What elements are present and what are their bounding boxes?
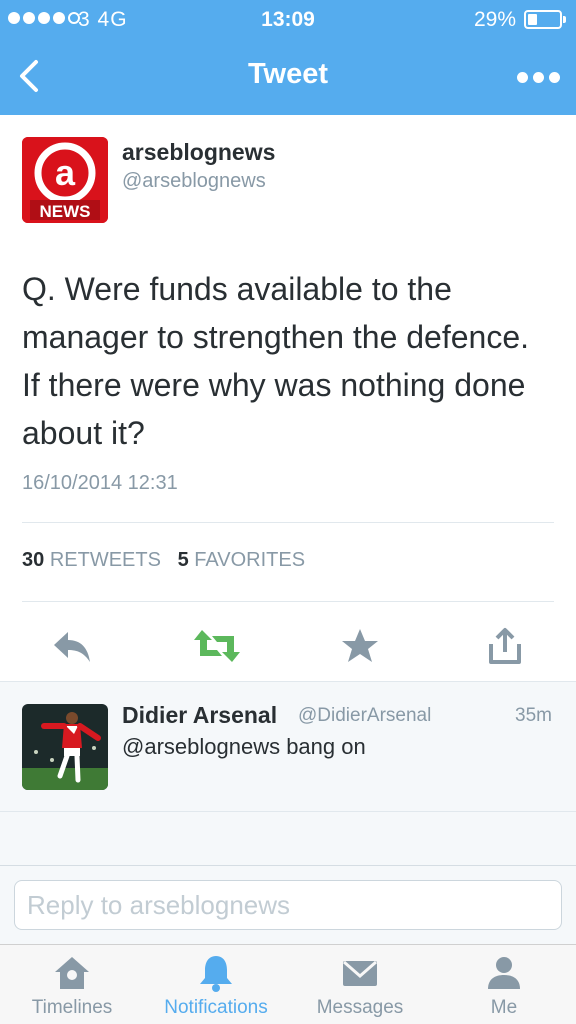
header: 3 4G 13:09 29% Tweet <box>0 0 576 115</box>
reply-icon <box>54 632 90 662</box>
favorite-button[interactable] <box>335 621 385 671</box>
status-bar: 3 4G 13:09 29% <box>0 0 576 40</box>
battery-icon <box>524 10 566 29</box>
tab-timelines[interactable]: Timelines <box>0 945 144 1024</box>
news-logo-icon: a NEWS <box>22 137 108 223</box>
tweet-text: Q. Were funds available to the manager t… <box>22 271 530 451</box>
tab-messages[interactable]: Messages <box>288 945 432 1024</box>
tab-bar: Timelines Notifications Messages Me <box>0 944 576 1024</box>
retweets-count: 30 <box>22 549 45 571</box>
list-item[interactable]: Didier Arsenal @DidierArsenal 35m @arseb… <box>0 682 576 812</box>
reply-input[interactable] <box>14 880 562 930</box>
envelope-icon <box>343 960 377 986</box>
reply-author-name[interactable]: Didier Arsenal <box>122 702 277 729</box>
tab-label: Notifications <box>164 997 268 1018</box>
player-photo-icon <box>22 704 108 790</box>
favorite-icon <box>342 629 378 662</box>
author-handle[interactable]: @arseblognews <box>122 170 266 193</box>
person-icon <box>488 957 520 989</box>
retweets-label[interactable]: RETWEETS <box>50 549 161 571</box>
tab-label: Messages <box>316 997 404 1018</box>
replies-list: Didier Arsenal @DidierArsenal 35m @arseb… <box>0 681 576 865</box>
author-name[interactable]: arseblognews <box>122 139 275 166</box>
page-title: Tweet <box>247 58 329 90</box>
reply-age: 35m <box>515 705 552 726</box>
favorites-count: 5 <box>177 549 189 571</box>
home-icon <box>55 957 89 989</box>
svg-text:NEWS: NEWS <box>40 202 91 221</box>
nav-bar: Tweet <box>0 40 576 115</box>
tab-notifications[interactable]: Notifications <box>144 945 288 1024</box>
share-icon <box>489 628 521 664</box>
tweet-stats: 30 RETWEETS 5 FAVORITES <box>22 549 305 572</box>
divider <box>22 601 554 602</box>
more-button[interactable] <box>514 62 562 92</box>
tweet-timestamp: 16/10/2014 12:31 <box>22 472 178 494</box>
avatar[interactable] <box>22 704 108 790</box>
share-button[interactable] <box>480 621 530 671</box>
more-dots-icon <box>516 71 528 83</box>
tab-label: Timelines <box>31 997 113 1018</box>
retweet-icon <box>194 630 240 662</box>
tab-me[interactable]: Me <box>432 945 576 1024</box>
reply-author-handle[interactable]: @DidierArsenal <box>298 705 431 727</box>
battery-percent: 29% <box>473 8 516 31</box>
svg-text:a: a <box>55 152 76 193</box>
divider <box>22 522 554 523</box>
retweet-button[interactable] <box>192 621 242 671</box>
bell-icon <box>200 956 232 992</box>
favorites-label[interactable]: FAVORITES <box>194 549 305 571</box>
tweet-actions <box>0 615 576 681</box>
reply-compose-bar <box>0 865 576 944</box>
reply-text: @arseblognews bang on <box>122 734 366 759</box>
tab-label: Me <box>490 997 518 1018</box>
reply-button[interactable] <box>47 621 97 671</box>
author-avatar[interactable]: a NEWS <box>22 137 108 223</box>
